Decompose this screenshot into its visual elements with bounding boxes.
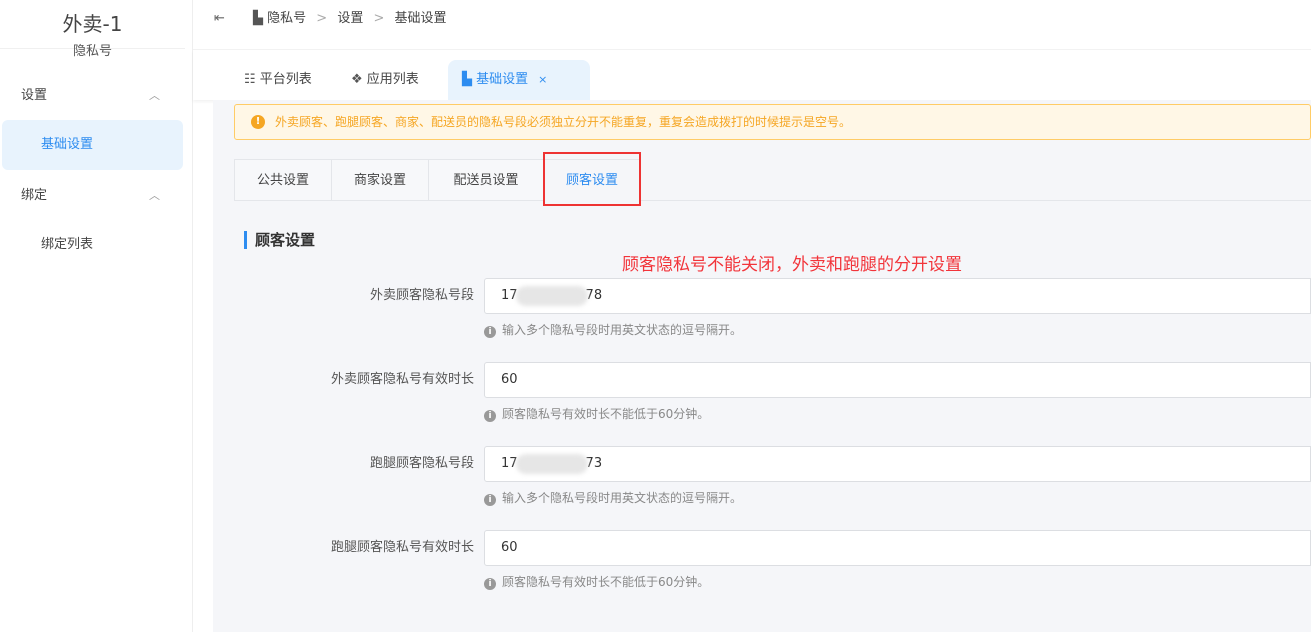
- main-content: ! 外卖顾客、跑腿顾客、商家、配送员的隐私号段必须独立分开不能重复，重复会造成拨打…: [213, 100, 1311, 632]
- warning-alert: ! 外卖顾客、跑腿顾客、商家、配送员的隐私号段必须独立分开不能重复，重复会造成拨打…: [234, 104, 1311, 140]
- sidebar: 外卖-1 隐私号 设置 ︿ 基础设置 绑定 ︿ 绑定列表: [0, 0, 193, 632]
- menu-group-label: 设置: [21, 88, 48, 103]
- nav-tabs: ☷ 平台列表 ❖ 应用列表 ▙ 基础设置 ×: [193, 50, 1311, 100]
- tab-platform-list[interactable]: ☷ 平台列表: [230, 60, 326, 100]
- collapse-menu-icon[interactable]: ⇤: [214, 0, 225, 38]
- info-icon: i: [484, 494, 496, 506]
- form-row: 外卖顾客隐私号段 17 78 i 输入多个隐私号段时用英文状态的逗号隔开。: [213, 278, 1311, 348]
- field-label: 跑腿顾客隐私号有效时长: [330, 540, 474, 555]
- subtab-public[interactable]: 公共设置: [234, 159, 332, 201]
- masked-value: [515, 453, 588, 474]
- lock-file-icon: ▙: [462, 72, 477, 87]
- annotation-text: 顾客隐私号不能关闭，外卖和跑腿的分开设置: [622, 255, 962, 275]
- tab-label: 基础设置: [476, 72, 529, 87]
- tab-label: 应用列表: [366, 72, 419, 87]
- subtab-merchant[interactable]: 商家设置: [331, 159, 429, 201]
- menu-group-label: 绑定: [21, 188, 48, 203]
- tab-label: 平台列表: [259, 72, 312, 87]
- sidebar-item-binding-list[interactable]: 绑定列表: [2, 220, 183, 270]
- subtab-courier[interactable]: 配送员设置: [428, 159, 544, 201]
- info-icon: i: [484, 410, 496, 422]
- settings-tabs: 公共设置 商家设置 配送员设置 顾客设置: [234, 159, 1311, 201]
- breadcrumb-item[interactable]: 设置: [337, 11, 363, 26]
- field-label: 跑腿顾客隐私号段: [369, 456, 474, 471]
- highlight-box: [543, 152, 641, 206]
- help-text: i 顾客隐私号有效时长不能低于60分钟。: [484, 406, 709, 422]
- form-row: 外卖顾客隐私号有效时长 60 i 顾客隐私号有效时长不能低于60分钟。: [213, 362, 1311, 432]
- breadcrumb-item[interactable]: 隐私号: [267, 11, 306, 26]
- close-icon[interactable]: ×: [538, 73, 547, 86]
- field-label: 外卖顾客隐私号段: [369, 288, 474, 303]
- menu-group-binding[interactable]: 绑定 ︿: [0, 172, 190, 220]
- tab-basic-settings[interactable]: ▙ 基础设置 ×: [448, 60, 590, 100]
- breadcrumb-separator: >: [316, 11, 328, 26]
- breadcrumb-item: 基础设置: [394, 11, 447, 26]
- sidebar-item-basic-settings[interactable]: 基础设置: [2, 120, 183, 170]
- app-title: 外卖-1: [62, 12, 123, 36]
- section-title: 顾客设置: [244, 231, 315, 249]
- breadcrumb-separator: >: [373, 11, 385, 26]
- help-text: i 顾客隐私号有效时长不能低于60分钟。: [484, 574, 709, 590]
- field-label: 外卖顾客隐私号有效时长: [330, 372, 474, 387]
- app-subtitle: 隐私号: [72, 44, 112, 59]
- form-row: 跑腿顾客隐私号有效时长 60 i 顾客隐私号有效时长不能低于60分钟。: [213, 530, 1311, 600]
- grid-icon: ❖: [351, 72, 367, 87]
- takeout-number-range-input[interactable]: 17 78: [484, 278, 1311, 314]
- form-row: 跑腿顾客隐私号段 17 73 i 输入多个隐私号段时用英文状态的逗号隔开。: [213, 446, 1311, 516]
- chevron-up-icon: ︿: [149, 189, 160, 202]
- value-suffix: 78: [585, 288, 603, 303]
- breadcrumb: ▙ 隐私号 > 设置 > 基础设置: [253, 0, 447, 38]
- takeout-duration-input[interactable]: 60: [484, 362, 1311, 398]
- info-icon: i: [484, 326, 496, 338]
- tab-app-list[interactable]: ❖ 应用列表: [337, 60, 433, 100]
- list-icon: ☷: [244, 72, 260, 87]
- header: ⇤ ▙ 隐私号 > 设置 > 基础设置: [193, 0, 1311, 50]
- warning-icon: !: [251, 115, 265, 129]
- lock-file-icon: ▙: [253, 11, 263, 26]
- chevron-up-icon: ︿: [149, 89, 160, 102]
- alert-text: 外卖顾客、跑腿顾客、商家、配送员的隐私号段必须独立分开不能重复，重复会造成拨打的…: [275, 115, 852, 129]
- errand-duration-input[interactable]: 60: [484, 530, 1311, 566]
- menu-group-settings[interactable]: 设置 ︿: [0, 72, 190, 120]
- help-text: i 输入多个隐私号段时用英文状态的逗号隔开。: [484, 322, 742, 338]
- errand-number-range-input[interactable]: 17 73: [484, 446, 1311, 482]
- value-suffix: 73: [585, 456, 603, 471]
- info-icon: i: [484, 578, 496, 590]
- help-text: i 输入多个隐私号段时用英文状态的逗号隔开。: [484, 490, 742, 506]
- masked-value: [515, 285, 588, 306]
